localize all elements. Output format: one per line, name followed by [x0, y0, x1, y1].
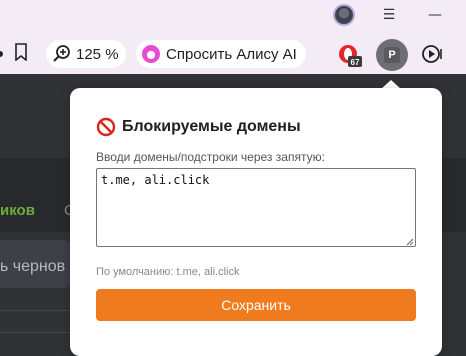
- zoom-icon: [53, 45, 70, 62]
- ask-alice-label: Спросить Алису AI: [166, 45, 297, 63]
- page-divider: [0, 310, 70, 311]
- page-draft-text: ь чернов: [0, 258, 66, 275]
- domains-textarea[interactable]: t.me, ali.click: [96, 168, 416, 247]
- save-button[interactable]: Сохранить: [96, 289, 416, 321]
- zoom-button[interactable]: 125 %: [46, 40, 126, 68]
- bookmark-icon[interactable]: [14, 43, 28, 71]
- page-menu-dot[interactable]: [0, 44, 10, 72]
- hamburger-menu-icon[interactable]: ☰: [376, 4, 402, 26]
- prohibited-icon: [96, 117, 116, 137]
- minimize-icon[interactable]: —: [422, 4, 448, 26]
- page-tab-active[interactable]: иков: [0, 202, 35, 219]
- blocked-domains-popup: Блокируемые домены Вводи домены/подстрок…: [70, 88, 442, 356]
- domains-hint: Вводи домены/подстроки через запятую:: [96, 150, 325, 164]
- browser-toolbar: 125 % Спросить Алису AI 67 P: [0, 34, 466, 74]
- alice-icon: [142, 45, 160, 63]
- browser-titlebar: ☰ —: [0, 0, 466, 34]
- user-avatar[interactable]: [333, 4, 355, 26]
- media-play-icon[interactable]: [422, 43, 444, 71]
- default-domains-text: По умолчанию: t.me, ali.click: [96, 266, 240, 278]
- page-divider: [0, 332, 70, 333]
- extension-p-letter: P: [384, 47, 400, 63]
- extension-opera-icon[interactable]: 67: [337, 43, 362, 67]
- extension-p-button[interactable]: P: [376, 39, 408, 71]
- extension-badge-count: 67: [351, 58, 360, 67]
- ask-alice-button[interactable]: Спросить Алису AI: [136, 40, 306, 68]
- zoom-level: 125 %: [76, 45, 119, 63]
- popup-title-text: Блокируемые домены: [122, 118, 301, 135]
- resize-grip-icon[interactable]: [406, 238, 414, 246]
- popup-title: Блокируемые домены: [96, 117, 301, 137]
